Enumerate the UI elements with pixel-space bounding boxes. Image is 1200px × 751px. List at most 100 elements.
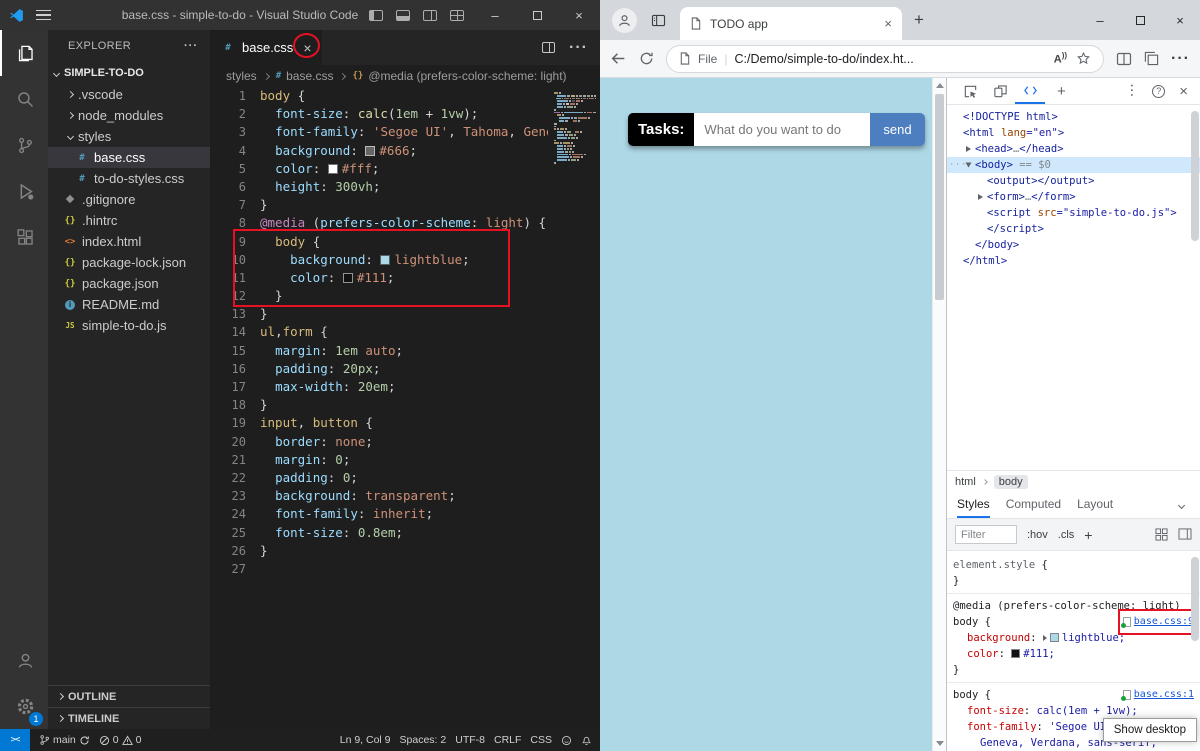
help-icon[interactable]: ? — [1152, 85, 1165, 98]
minimap[interactable] — [548, 87, 600, 729]
refresh-icon[interactable] — [639, 51, 654, 66]
devtools-tab-styles[interactable]: Styles — [957, 492, 990, 518]
encoding[interactable]: UTF-8 — [455, 734, 485, 746]
file-tree-item-to-do-styles.css[interactable]: #to-do-styles.css — [48, 168, 210, 189]
inspect-icon[interactable] — [955, 78, 985, 104]
menu-icon[interactable] — [36, 14, 51, 16]
collections-icon[interactable] — [1144, 51, 1159, 66]
remote-indicator[interactable]: >< — [0, 729, 30, 751]
dom-node[interactable]: <!DOCTYPE html> — [947, 109, 1200, 125]
scrollbar-thumb[interactable] — [935, 94, 944, 300]
dom-node[interactable]: <form>…</form> — [947, 189, 1200, 205]
language-mode[interactable]: CSS — [530, 734, 552, 746]
project-root[interactable]: SIMPLE-TO-DO — [48, 62, 210, 84]
task-input[interactable] — [694, 113, 870, 146]
file-tree-item-.hintrc[interactable]: {}.hintrc — [48, 210, 210, 231]
file-tree-item-package.json[interactable]: {}package.json — [48, 273, 210, 294]
devtools-close-icon[interactable]: × — [1179, 83, 1188, 100]
settings-gear-icon[interactable]: 1 — [0, 683, 48, 729]
computed-sidebar-icon[interactable] — [1178, 528, 1192, 541]
breadcrumb-item[interactable]: base.css — [286, 69, 333, 83]
new-tab-button[interactable]: + — [914, 10, 924, 30]
page-scrollbar[interactable] — [932, 78, 946, 751]
send-button[interactable]: send — [870, 113, 924, 146]
section-timeline[interactable]: TIMELINE — [48, 707, 210, 729]
url-text[interactable]: C:/Demo/simple-to-do/index.ht... — [734, 52, 913, 66]
devtools-tab-layout[interactable]: Layout — [1077, 492, 1113, 518]
toggle-sidebar-icon[interactable] — [369, 10, 383, 21]
dom-node[interactable]: <head>…</head> — [947, 141, 1200, 157]
file-tree-item-.vscode[interactable]: .vscode — [48, 84, 210, 105]
file-tree-item-styles[interactable]: styles — [48, 126, 210, 147]
run-debug-icon[interactable] — [0, 168, 48, 214]
tab-actions-icon[interactable] — [651, 14, 666, 27]
hov-toggle[interactable]: :hov — [1027, 529, 1048, 541]
branch-indicator[interactable]: main — [39, 734, 90, 746]
devtools-scrollbar-thumb[interactable] — [1191, 111, 1199, 241]
file-tree-item-simple-to-do.js[interactable]: JSsimple-to-do.js — [48, 315, 210, 336]
dom-breadcrumb-body[interactable]: body — [994, 475, 1028, 489]
customize-layout-icon[interactable] — [450, 10, 464, 21]
dom-node[interactable]: </html> — [947, 253, 1200, 269]
browser-menu-icon[interactable]: ··· — [1171, 50, 1190, 68]
new-style-rule-icon[interactable]: + — [1084, 527, 1092, 543]
maximize-button[interactable] — [516, 0, 558, 30]
filter-input[interactable] — [955, 525, 1017, 544]
explorer-icon[interactable] — [0, 30, 48, 76]
tab-close-icon[interactable]: × — [303, 40, 311, 56]
close-button[interactable]: × — [558, 0, 600, 30]
tab-base-css[interactable]: # base.css × — [210, 30, 322, 65]
split-screen-icon[interactable] — [1116, 52, 1132, 66]
dom-node[interactable]: </script> — [947, 221, 1200, 237]
styles-scrollbar-thumb[interactable] — [1191, 557, 1199, 641]
editor-more-icon[interactable]: ··· — [569, 39, 588, 57]
close-button[interactable]: × — [1160, 0, 1200, 40]
add-tool-icon[interactable]: + — [1057, 83, 1066, 100]
indentation[interactable]: Spaces: 2 — [400, 734, 447, 746]
device-emulation-icon[interactable] — [985, 78, 1015, 104]
breadcrumb-item[interactable]: @media (prefers-color-scheme: light) — [368, 69, 566, 83]
cursor-position[interactable]: Ln 9, Col 9 — [340, 734, 391, 746]
feedback-icon[interactable] — [561, 735, 572, 746]
account-icon[interactable] — [0, 637, 48, 683]
stylesheet-link[interactable]: base.css:1 — [1123, 687, 1194, 703]
toggle-panel-icon[interactable] — [396, 10, 410, 21]
file-tree-item-README.md[interactable]: iREADME.md — [48, 294, 210, 315]
file-tree-item-.gitignore[interactable]: .gitignore — [48, 189, 210, 210]
css-declaration[interactable]: color: #111; — [953, 646, 1194, 662]
source-control-icon[interactable] — [0, 122, 48, 168]
cls-toggle[interactable]: .cls — [1058, 529, 1075, 541]
favorites-star-icon[interactable] — [1076, 51, 1091, 66]
toggle-secondary-sidebar-icon[interactable] — [423, 10, 437, 21]
address-bar[interactable]: File | C:/Demo/simple-to-do/index.ht... … — [666, 45, 1104, 73]
breadcrumb-item[interactable]: styles — [226, 69, 257, 83]
section-outline[interactable]: OUTLINE — [48, 685, 210, 707]
dom-node[interactable]: </body> — [947, 237, 1200, 253]
elements-tab-icon[interactable] — [1015, 78, 1045, 104]
file-tree-item-index.html[interactable]: <>index.html — [48, 231, 210, 252]
dom-node[interactable]: ···<body> == $0 — [947, 157, 1200, 173]
search-icon[interactable] — [0, 76, 48, 122]
browser-tab[interactable]: TODO app × — [680, 7, 902, 40]
problems-indicator[interactable]: 0 0 — [99, 734, 142, 746]
read-aloud-icon[interactable]: A)) — [1054, 51, 1067, 66]
extensions-icon[interactable] — [0, 214, 48, 260]
minimize-button[interactable]: – — [1080, 0, 1120, 40]
explorer-more-icon[interactable]: ··· — [184, 40, 198, 52]
dom-breadcrumb-html[interactable]: html — [955, 476, 976, 488]
minimize-button[interactable]: – — [474, 0, 516, 30]
stylesheet-link[interactable]: base.css:9 — [1123, 614, 1194, 630]
tab-close-icon[interactable]: × — [884, 16, 892, 31]
grid-settings-icon[interactable] — [1155, 528, 1168, 541]
scroll-down-icon[interactable] — [936, 741, 944, 746]
code-editor[interactable]: 1body {2 font-size: calc(1em + 1vw);3 fo… — [210, 87, 600, 729]
scroll-up-icon[interactable] — [936, 83, 944, 88]
css-declaration[interactable]: background: lightblue; — [953, 630, 1194, 646]
file-tree-item-node_modules[interactable]: node_modules — [48, 105, 210, 126]
bell-icon[interactable] — [581, 734, 592, 746]
split-editor-icon[interactable] — [542, 42, 555, 53]
file-tree-item-base.css[interactable]: #base.css — [48, 147, 210, 168]
devtools-tab-computed[interactable]: Computed — [1006, 492, 1061, 518]
file-tree-item-package-lock.json[interactable]: {}package-lock.json — [48, 252, 210, 273]
dom-node[interactable]: <output></output> — [947, 173, 1200, 189]
